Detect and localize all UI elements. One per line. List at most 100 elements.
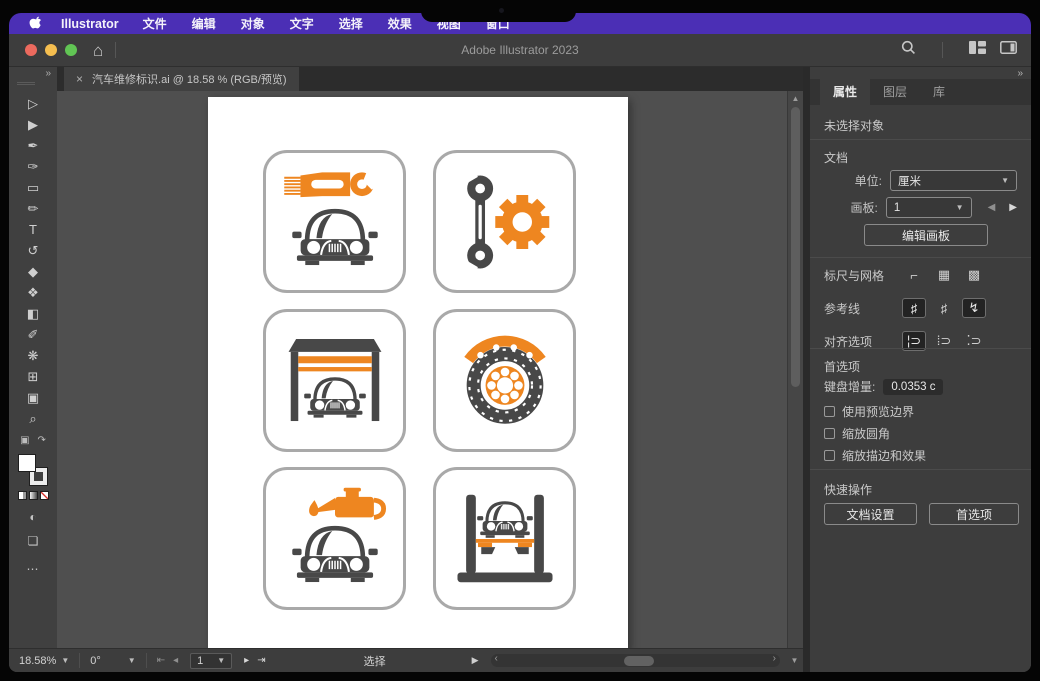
- tab-libraries[interactable]: 库: [920, 78, 958, 105]
- apple-menu-icon[interactable]: [29, 16, 43, 31]
- artboard-tool[interactable]: ▣: [18, 387, 48, 408]
- last-artboard-icon[interactable]: ⇥: [257, 655, 265, 666]
- show-guides-icon[interactable]: ♯: [902, 298, 926, 318]
- keyboard-increment-field[interactable]: 0.0353 c: [883, 378, 944, 395]
- screen-mode-icon[interactable]: ❏: [28, 534, 39, 548]
- none-swatch-button[interactable]: [39, 491, 49, 500]
- color-swatch-button[interactable]: [17, 491, 27, 500]
- menu-item-effect[interactable]: 效果: [388, 15, 412, 32]
- search-icon[interactable]: [901, 40, 916, 60]
- workspace-switcher-icon[interactable]: [969, 41, 986, 59]
- title-bar: ⌂ Adobe Illustrator 2023: [9, 34, 1031, 67]
- menu-item-edit[interactable]: 编辑: [192, 15, 216, 32]
- direct-selection-tool[interactable]: ▶: [18, 114, 48, 135]
- scale-strokes-effects-label: 缩放描边和效果: [842, 449, 927, 463]
- previous-artboard-button[interactable]: ◀: [988, 202, 996, 213]
- wheel-bearing-brake-icon[interactable]: [433, 308, 576, 452]
- next-artboard-button[interactable]: ▶: [1009, 202, 1017, 213]
- scroll-left-icon[interactable]: ‹: [495, 653, 498, 664]
- menu-item-object[interactable]: 对象: [241, 15, 265, 32]
- pen-tool[interactable]: ✒: [18, 135, 48, 156]
- tools-grip[interactable]: [17, 82, 35, 85]
- previous-artboard-icon[interactable]: ◂: [173, 655, 178, 666]
- tab-layers[interactable]: 图层: [870, 78, 920, 105]
- panel-layout-icon[interactable]: [1000, 41, 1017, 59]
- garage-car-icon[interactable]: [263, 308, 406, 452]
- rotate-tool[interactable]: ↺: [18, 240, 48, 261]
- horizontal-scrollbar[interactable]: ‹ ›: [490, 653, 780, 667]
- change-artboard-icon[interactable]: ▣: [20, 435, 29, 446]
- preferences-button[interactable]: 首选项: [929, 503, 1019, 525]
- titlebar-divider: [942, 42, 943, 58]
- fill-swatch[interactable]: [18, 454, 36, 472]
- quick-actions-title: 快速操作: [824, 483, 873, 497]
- graph-tool[interactable]: ⊞: [18, 366, 48, 387]
- macbook-screen: Illustrator 文件 编辑 对象 文字 选择 效果 视图 窗口 ⌂ Ad…: [0, 0, 1040, 681]
- gradient-tool[interactable]: ◧: [18, 303, 48, 324]
- oil-change-car-icon[interactable]: [263, 467, 406, 610]
- lock-guides-icon[interactable]: ♯: [932, 298, 956, 318]
- document-setup-button[interactable]: 文档设置: [824, 503, 917, 525]
- artboard-nav-dropdown[interactable]: 1 ▼: [190, 652, 233, 669]
- scale-corners-label: 缩放圆角: [842, 427, 891, 441]
- scale-corners-checkbox[interactable]: [824, 428, 835, 439]
- edit-artboard-button[interactable]: 编辑画板: [864, 224, 988, 246]
- scroll-down-icon[interactable]: ▼: [786, 656, 803, 665]
- scroll-right-icon[interactable]: ›: [773, 653, 776, 664]
- artboard-dropdown[interactable]: 1 ▼: [885, 197, 972, 218]
- panel-tabs: 属性 图层 库: [810, 78, 1031, 105]
- document-tab-label: 汽车维修标识.ai @ 18.58 % (RGB/预览): [92, 74, 287, 86]
- drawing-mode-icon[interactable]: ◐: [29, 510, 36, 524]
- chevron-down-icon: ▼: [61, 656, 70, 665]
- zoom-tool[interactable]: ⌕: [18, 408, 48, 429]
- rectangle-tool[interactable]: ▭: [18, 177, 48, 198]
- paintbrush-tool[interactable]: ✏: [18, 198, 48, 219]
- edit-toolbar-icon[interactable]: ⋯: [27, 562, 40, 576]
- app-menu[interactable]: Illustrator: [61, 17, 119, 31]
- collapse-panel-icon[interactable]: »: [1017, 68, 1023, 79]
- eyedropper-tool[interactable]: ✐: [18, 324, 48, 345]
- first-artboard-icon[interactable]: ⇤: [157, 655, 165, 666]
- zoom-level-dropdown[interactable]: 18.58% ▼: [9, 653, 79, 669]
- swap-fill-stroke-icon[interactable]: ↷: [38, 435, 46, 446]
- horizontal-scroll-thumb[interactable]: [623, 655, 654, 666]
- tab-properties[interactable]: 属性: [820, 78, 871, 105]
- menu-item-file[interactable]: 文件: [143, 15, 167, 32]
- illustrator-window: ⌂ Adobe Illustrator 2023 » ▷ ▶ ✒ ✑ ▭ ✏ T…: [9, 34, 1031, 672]
- canvas-area[interactable]: [57, 91, 787, 648]
- unit-dropdown[interactable]: 厘米 ▼: [890, 170, 1017, 191]
- scale-strokes-effects-checkbox[interactable]: [824, 450, 835, 461]
- document-tab-bar: × 汽车维修标识.ai @ 18.58 % (RGB/预览): [57, 67, 803, 91]
- shape-builder-tool[interactable]: ❖: [18, 282, 48, 303]
- symbol-sprayer-tool[interactable]: ❋: [18, 345, 48, 366]
- use-preview-bounds-checkbox[interactable]: [824, 406, 835, 417]
- pixel-grid-icon[interactable]: ▩: [962, 265, 986, 285]
- type-tool[interactable]: T: [18, 219, 48, 240]
- grid-icon[interactable]: ▦: [932, 265, 956, 285]
- curvature-tool[interactable]: ✑: [18, 156, 48, 177]
- smart-guides-icon[interactable]: ↯: [962, 298, 986, 318]
- close-tab-icon[interactable]: ×: [76, 72, 83, 86]
- car-service-brush-wrench-icon[interactable]: [263, 150, 406, 293]
- next-artboard-icon[interactable]: ▸: [244, 655, 249, 666]
- rotation-dropdown[interactable]: 0° ▼: [80, 653, 145, 669]
- artboard[interactable]: [208, 97, 628, 648]
- wrench-gear-icon[interactable]: [433, 150, 576, 293]
- snap-options-label: 对齐选项: [824, 334, 873, 349]
- vertical-scroll-thumb[interactable]: [791, 107, 800, 387]
- panel-seam: [803, 67, 810, 672]
- car-lift-icon[interactable]: [433, 467, 576, 610]
- menu-item-type[interactable]: 文字: [290, 15, 314, 32]
- status-flyout-icon[interactable]: ▶: [472, 655, 479, 666]
- vertical-scrollbar[interactable]: ▲: [787, 91, 803, 648]
- collapse-tools-icon[interactable]: »: [45, 68, 51, 79]
- gradient-swatch-button[interactable]: [28, 491, 38, 500]
- menu-item-select[interactable]: 选择: [339, 15, 363, 32]
- unit-label: 单位:: [854, 174, 882, 188]
- scroll-up-icon[interactable]: ▲: [788, 94, 803, 103]
- ruler-icon[interactable]: ⌐: [902, 265, 926, 285]
- document-tab[interactable]: × 汽车维修标识.ai @ 18.58 % (RGB/预览): [64, 67, 299, 91]
- selection-tool[interactable]: ▷: [18, 93, 48, 114]
- fill-stroke-control[interactable]: [18, 454, 48, 486]
- eraser-tool[interactable]: ◆: [18, 261, 48, 282]
